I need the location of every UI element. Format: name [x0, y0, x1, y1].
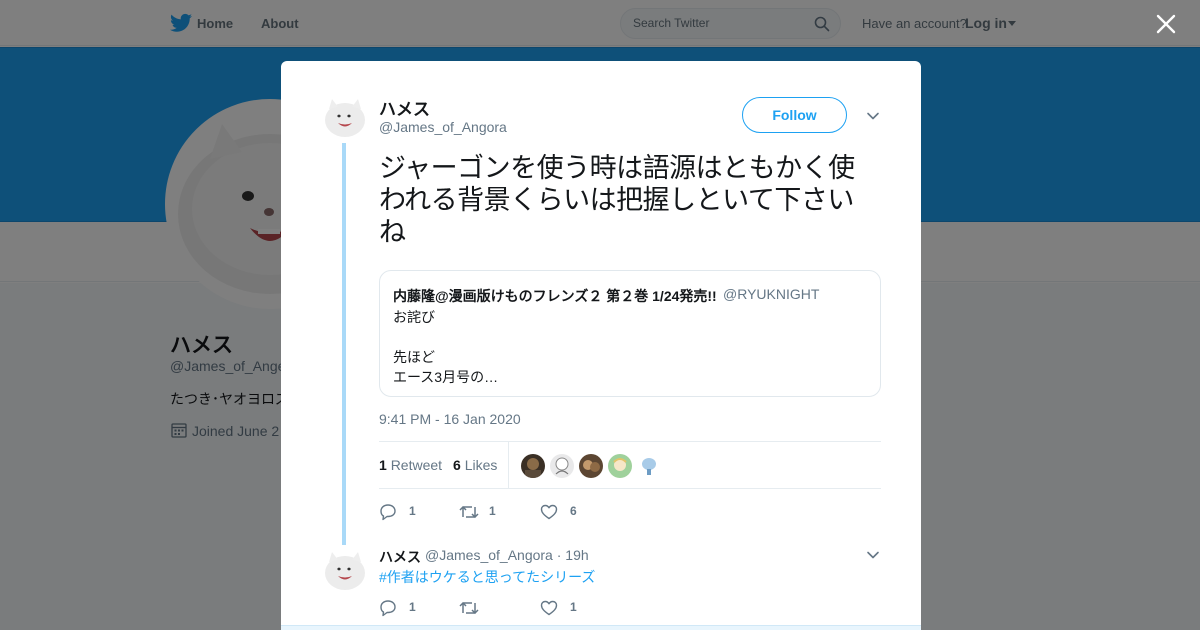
reply-count: 1 — [409, 504, 416, 518]
thread-connector-line — [342, 143, 346, 545]
reply-author-name[interactable]: ハメス — [379, 547, 421, 567]
likes-count: 6 — [453, 457, 461, 473]
heart-icon — [540, 600, 558, 616]
liker-avatar[interactable] — [579, 454, 603, 478]
tweet-author-name[interactable]: ハメス — [379, 95, 430, 120]
reply-button[interactable]: 1 — [379, 502, 429, 522]
tweet-modal: ハメス @James_of_Angora Follow ジャーゴンを使う時は語源… — [281, 61, 921, 630]
avatar-image-icon — [579, 454, 603, 478]
reply-composer-strip — [281, 625, 921, 630]
retweet-action-count: 1 — [489, 504, 496, 518]
tweet-stats: 1 Retweet 6 Likes — [379, 441, 881, 489]
reply-author-avatar[interactable] — [323, 548, 367, 592]
tweet-actions: 1 1 6 — [379, 502, 881, 522]
quoted-tweet-line: お詫び — [393, 309, 435, 325]
tweet-author-avatar[interactable] — [323, 95, 367, 139]
reply-actions: 1 1 — [379, 598, 881, 618]
liker-avatar[interactable] — [521, 454, 545, 478]
retweet-icon — [459, 506, 479, 518]
like-button[interactable]: 6 — [540, 502, 590, 522]
chevron-down-icon[interactable] — [865, 108, 881, 124]
like-action-count: 6 — [570, 504, 577, 518]
heart-icon — [540, 504, 558, 520]
avatar-image-icon — [521, 454, 545, 478]
quoted-tweet-author-name: 内藤隆@漫画版けものフレンズ２ 第２巻 1/24発売!! — [393, 288, 717, 304]
reply-icon — [380, 600, 396, 617]
likes-label: Likes — [464, 457, 498, 473]
quoted-tweet-line: エース3月号の… — [393, 369, 499, 385]
likes-stat[interactable]: 6 Likes — [453, 457, 497, 473]
avatar-image-icon — [550, 454, 574, 478]
retweet-icon — [459, 602, 479, 614]
liker-avatar[interactable] — [550, 454, 574, 478]
tweet-timestamp[interactable]: 9:41 PM - 16 Jan 2020 — [379, 411, 521, 427]
reply-count: 1 — [409, 600, 416, 614]
tweet-text: ジャーゴンを使う時は語源はともかく使われる背景くらいは把握しといて下さいね — [379, 153, 855, 248]
retweet-count: 1 — [379, 457, 387, 473]
liker-avatar[interactable] — [608, 454, 632, 478]
reply-button[interactable]: 1 — [379, 598, 429, 618]
chevron-down-icon[interactable] — [865, 547, 881, 563]
reply-meta[interactable]: @James_of_Angora · 19h — [425, 547, 589, 563]
like-button[interactable]: 1 — [540, 598, 590, 618]
cat-face-icon — [325, 552, 365, 590]
like-action-count: 1 — [570, 600, 577, 614]
retweet-label: Retweet — [390, 457, 443, 473]
stats-divider — [508, 442, 509, 488]
follow-button[interactable]: Follow — [742, 97, 847, 133]
avatar-image-icon — [608, 454, 632, 478]
avatar-image-icon — [637, 454, 661, 478]
liker-avatar[interactable] — [637, 454, 661, 478]
reply-icon — [380, 504, 396, 521]
cat-face-icon — [325, 99, 365, 137]
close-icon[interactable] — [1154, 12, 1178, 36]
quoted-tweet-author-handle: @RYUKNIGHT — [723, 286, 820, 302]
tweet-author-handle[interactable]: @James_of_Angora — [379, 119, 507, 135]
retweet-button[interactable] — [459, 598, 509, 618]
reply-hashtag-link[interactable]: #作者はウケると思ってたシリーズ — [379, 567, 595, 587]
retweet-button[interactable]: 1 — [459, 502, 509, 522]
quoted-tweet[interactable]: 内藤隆@漫画版けものフレンズ２ 第２巻 1/24発売!! @RYUKNIGHT … — [379, 270, 881, 397]
quoted-tweet-line: 先ほど — [393, 349, 435, 365]
retweet-stat[interactable]: 1 Retweet — [379, 457, 442, 473]
